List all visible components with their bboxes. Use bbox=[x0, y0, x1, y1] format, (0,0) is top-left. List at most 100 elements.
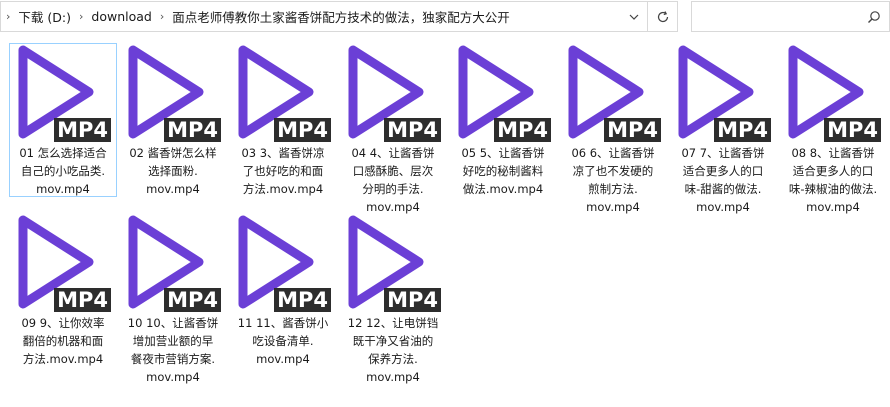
file-item[interactable]: MP4 06 6、让酱香饼 凉了也不发硬的 煎制方法. mov.mp4 bbox=[560, 44, 666, 216]
file-name-line: 04 4、让酱香饼 bbox=[351, 146, 435, 160]
file-name-line: 03 3、酱香饼凉 bbox=[241, 146, 325, 160]
file-name-line: 09 9、让你效率 bbox=[21, 316, 105, 330]
chevron-right-icon[interactable]: › bbox=[74, 10, 88, 23]
file-item[interactable]: MP4 01 怎么选择适合 自己的小吃品类. mov.mp4 bbox=[9, 43, 117, 198]
file-item[interactable]: MP4 11 11、酱香饼小 吃设备清单. mov.mp4 bbox=[230, 214, 336, 368]
file-name-line: 吃设备清单. bbox=[252, 334, 314, 348]
file-name-line: 翻倍的机器和面 bbox=[22, 334, 104, 348]
file-name-line: mov.mp4 bbox=[146, 370, 200, 384]
file-name-line: 凉了也不发硬的 bbox=[572, 164, 654, 178]
file-name-line: 保养方法. bbox=[368, 352, 418, 366]
file-type-badge: MP4 bbox=[384, 118, 441, 142]
file-name: 03 3、酱香饼凉 了也好吃的和面 方法.mov.mp4 bbox=[230, 144, 336, 198]
file-name-line: 餐夜市营销方案. bbox=[130, 352, 216, 366]
file-name-line: 11 11、酱香饼小 bbox=[237, 316, 329, 330]
file-thumbnail: MP4 bbox=[231, 214, 335, 312]
file-type-badge: MP4 bbox=[164, 288, 221, 312]
file-item[interactable]: MP4 10 10、让酱香饼 增加营业额的早 餐夜市营销方案. mov.mp4 bbox=[120, 214, 226, 386]
file-name-line: 10 10、让酱香饼 bbox=[127, 316, 219, 330]
file-name-line: 选择面粉. bbox=[148, 164, 198, 178]
file-name-line: 适合更多人的口 bbox=[792, 164, 874, 178]
file-name-line: 做法.mov.mp4 bbox=[462, 182, 544, 196]
file-name-line: 01 怎么选择适合 bbox=[19, 146, 107, 160]
file-name-line: 05 5、让酱香饼 bbox=[461, 146, 545, 160]
file-name-line: 既干净又省油的 bbox=[352, 334, 434, 348]
file-name-line: 02 酱香饼怎么样 bbox=[129, 146, 217, 160]
file-name: 06 6、让酱香饼 凉了也不发硬的 煎制方法. mov.mp4 bbox=[560, 144, 666, 216]
file-name-line: 了也好吃的和面 bbox=[242, 164, 324, 178]
file-name-line: 自己的小吃品类. bbox=[20, 164, 106, 178]
file-type-badge: MP4 bbox=[494, 118, 551, 142]
file-type-badge: MP4 bbox=[274, 288, 331, 312]
file-name-line: 方法.mov.mp4 bbox=[242, 182, 324, 196]
file-item[interactable]: MP4 07 7、让酱香饼 适合更多人的口 味-甜酱的做法. mov.mp4 bbox=[670, 44, 776, 216]
file-name-line: 口感酥脆、层次 bbox=[352, 164, 434, 178]
file-name: 01 怎么选择适合 自己的小吃品类. mov.mp4 bbox=[10, 144, 116, 198]
refresh-icon bbox=[657, 10, 668, 22]
file-name-line: mov.mp4 bbox=[146, 182, 200, 196]
file-name-line: 味-甜酱的做法. bbox=[684, 182, 762, 196]
file-thumbnail: MP4 bbox=[451, 44, 555, 142]
explorer-toolbar: › 下载 (D:) › download › 面点老师傅教你土家酱香饼配方技术的… bbox=[0, 0, 890, 34]
file-type-badge: MP4 bbox=[54, 288, 111, 312]
file-name-line: 08 8、让酱香饼 bbox=[791, 146, 875, 160]
file-name-line: 适合更多人的口 bbox=[682, 164, 764, 178]
address-bar[interactable]: › 下载 (D:) › download › 面点老师傅教你土家酱香饼配方技术的… bbox=[0, 1, 648, 32]
file-name: 10 10、让酱香饼 增加营业额的早 餐夜市营销方案. mov.mp4 bbox=[120, 314, 226, 386]
file-name: 07 7、让酱香饼 适合更多人的口 味-甜酱的做法. mov.mp4 bbox=[670, 144, 776, 216]
file-thumbnail: MP4 bbox=[341, 44, 445, 142]
file-name: 09 9、让你效率 翻倍的机器和面 方法.mov.mp4 bbox=[10, 314, 116, 368]
file-thumbnail: MP4 bbox=[341, 214, 445, 312]
file-name-line: mov.mp4 bbox=[696, 200, 750, 214]
file-name: 11 11、酱香饼小 吃设备清单. mov.mp4 bbox=[230, 314, 336, 368]
file-type-badge: MP4 bbox=[824, 118, 881, 142]
chevron-right-icon[interactable]: › bbox=[155, 10, 169, 23]
file-name: 02 酱香饼怎么样 选择面粉. mov.mp4 bbox=[120, 144, 226, 198]
file-name-line: 12 12、让电饼铛 bbox=[347, 316, 439, 330]
file-name-line: 07 7、让酱香饼 bbox=[681, 146, 765, 160]
file-item[interactable]: MP4 09 9、让你效率 翻倍的机器和面 方法.mov.mp4 bbox=[10, 214, 116, 368]
search-box[interactable] bbox=[691, 1, 890, 32]
file-name: 04 4、让酱香饼 口感酥脆、层次 分明的手法. mov.mp4 bbox=[340, 144, 446, 216]
file-item[interactable]: MP4 04 4、让酱香饼 口感酥脆、层次 分明的手法. mov.mp4 bbox=[340, 44, 446, 216]
file-item[interactable]: MP4 12 12、让电饼铛 既干净又省油的 保养方法. mov.mp4 bbox=[340, 214, 446, 386]
file-name-line: 06 6、让酱香饼 bbox=[571, 146, 655, 160]
file-name-line: 味-辣椒油的做法. bbox=[788, 182, 878, 196]
file-name-line: mov.mp4 bbox=[256, 352, 310, 366]
file-type-badge: MP4 bbox=[384, 288, 441, 312]
file-name-line: mov.mp4 bbox=[806, 200, 860, 214]
file-item[interactable]: MP4 03 3、酱香饼凉 了也好吃的和面 方法.mov.mp4 bbox=[230, 44, 336, 198]
search-input[interactable] bbox=[698, 8, 858, 26]
file-name-line: mov.mp4 bbox=[36, 182, 90, 196]
file-thumbnail: MP4 bbox=[121, 44, 225, 142]
file-item[interactable]: MP4 08 8、让酱香饼 适合更多人的口 味-辣椒油的做法. mov.mp4 bbox=[780, 44, 886, 216]
file-thumbnail: MP4 bbox=[121, 214, 225, 312]
file-type-badge: MP4 bbox=[54, 118, 111, 142]
breadcrumb-drive[interactable]: 下载 (D:) bbox=[15, 7, 74, 26]
file-thumbnail: MP4 bbox=[11, 214, 115, 312]
chevron-right-icon[interactable]: › bbox=[1, 10, 15, 23]
file-name: 08 8、让酱香饼 适合更多人的口 味-辣椒油的做法. mov.mp4 bbox=[780, 144, 886, 216]
breadcrumb-current-folder[interactable]: 面点老师傅教你土家酱香饼配方技术的做法，独家配方大公开 bbox=[169, 7, 513, 26]
file-name-line: 分明的手法. bbox=[362, 182, 424, 196]
file-name-line: 煎制方法. bbox=[588, 182, 638, 196]
file-name-line: mov.mp4 bbox=[366, 370, 420, 384]
file-name-line: 增加营业额的早 bbox=[132, 334, 214, 348]
file-type-badge: MP4 bbox=[274, 118, 331, 142]
file-name: 05 5、让酱香饼 好吃的秘制酱料 做法.mov.mp4 bbox=[450, 144, 556, 198]
file-name-line: mov.mp4 bbox=[586, 200, 640, 214]
file-name-line: 好吃的秘制酱料 bbox=[462, 164, 544, 178]
refresh-button[interactable] bbox=[648, 1, 678, 32]
file-thumbnail: MP4 bbox=[671, 44, 775, 142]
file-item[interactable]: MP4 02 酱香饼怎么样 选择面粉. mov.mp4 bbox=[120, 44, 226, 198]
file-name-line: 方法.mov.mp4 bbox=[22, 352, 104, 366]
file-thumbnail: MP4 bbox=[231, 44, 335, 142]
file-type-badge: MP4 bbox=[714, 118, 771, 142]
breadcrumb-download[interactable]: download bbox=[88, 9, 154, 24]
file-type-badge: MP4 bbox=[604, 118, 661, 142]
file-thumbnail: MP4 bbox=[11, 44, 115, 142]
address-history-dropdown[interactable] bbox=[621, 2, 647, 31]
file-item[interactable]: MP4 05 5、让酱香饼 好吃的秘制酱料 做法.mov.mp4 bbox=[450, 44, 556, 198]
file-thumbnail: MP4 bbox=[781, 44, 885, 142]
search-icon bbox=[868, 11, 880, 23]
